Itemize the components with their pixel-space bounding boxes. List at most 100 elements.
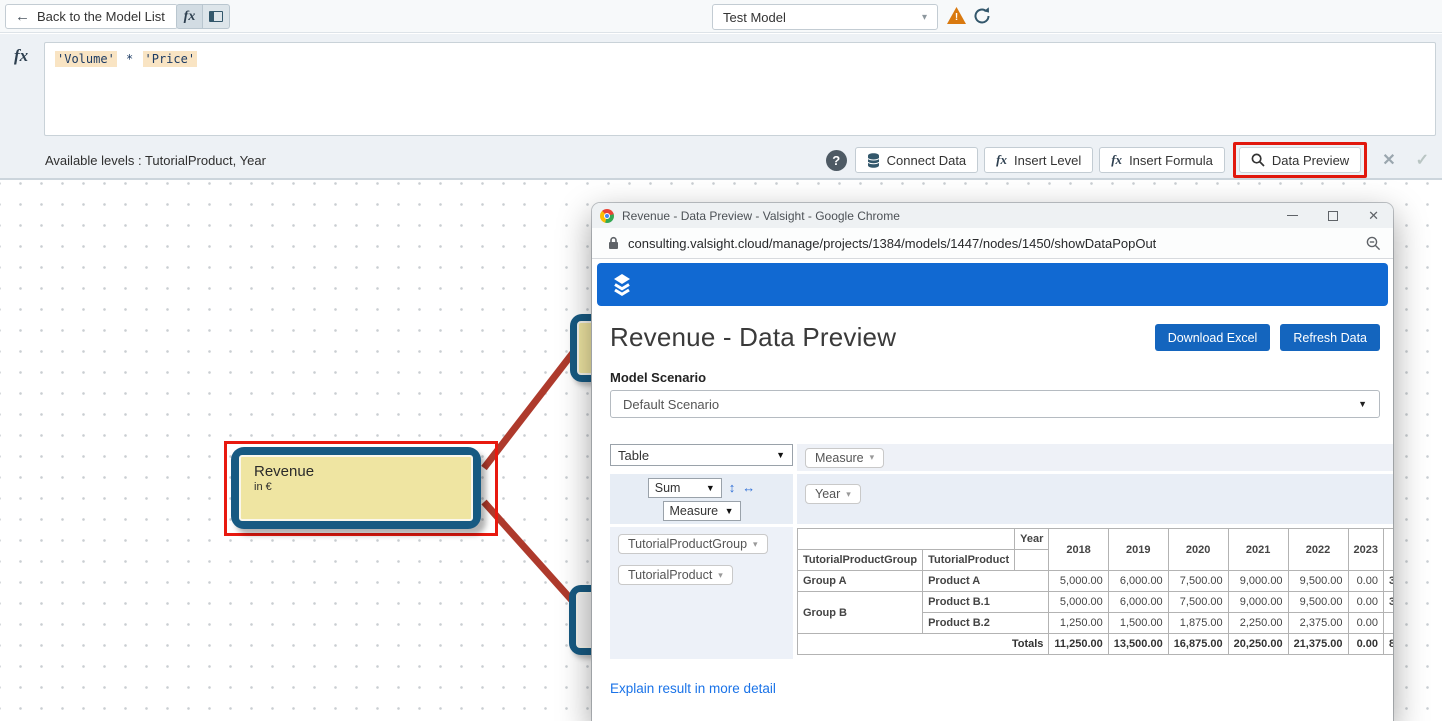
valsight-banner [597,263,1388,306]
value-cell: 5,000.00 [1049,592,1108,613]
measure-select[interactable]: Measure ▼ [663,501,741,521]
maximize-button[interactable] [1328,211,1338,221]
window-title: Revenue - Data Preview - Valsight - Goog… [622,209,900,223]
total-cell: 83,250.00 [1383,634,1393,655]
back-button-label: Back to the Model List [37,9,165,24]
rows-chip-tutorialproductgroup[interactable]: TutorialProductGroup ▾ [618,534,768,554]
formula-token-price[interactable]: 'Price' [143,51,198,67]
totals-label: Totals [798,634,1049,655]
window-titlebar[interactable]: Revenue - Data Preview - Valsight - Goog… [592,203,1393,228]
formula-editor-toggle-button[interactable]: fx [176,4,203,29]
confirm-icon[interactable]: ✓ [1409,150,1436,170]
insert-level-button[interactable]: fx Insert Level [984,147,1093,173]
formula-panel: fx 'Volume' * 'Price' Available levels :… [0,34,1442,180]
revenue-node-subtitle: in € [254,481,471,493]
chevron-down-icon: ▾ [922,12,927,23]
total-cell: 20,250.00 [1228,634,1288,655]
row-total-cell: 37,000.00 [1383,592,1393,613]
chrome-icon [600,209,614,223]
insert-level-label: Insert Level [1014,153,1081,168]
model-scenario-label: Model Scenario [610,370,1380,385]
download-excel-button[interactable]: Download Excel [1155,324,1271,351]
help-icon: ? [832,153,840,168]
database-icon [867,153,880,168]
explain-link[interactable]: Explain result in more detail [610,681,776,696]
value-cell: 5,000.00 [1049,571,1108,592]
page-title: Revenue - Data Preview [610,322,896,353]
column-header: TutorialProduct [923,550,1015,571]
columns-area-measure: Measure ▾ [797,444,1393,471]
chevron-down-icon: ▼ [1358,399,1367,409]
value-cell: 7,500.00 [1168,571,1228,592]
group-cell: Group A [798,571,923,592]
value-cell: 1,250.00 [1049,613,1108,634]
connect-data-button[interactable]: Connect Data [855,147,979,173]
group-cell: Group B [798,592,923,634]
back-to-model-list-button[interactable]: ← Back to the Model List [5,4,178,29]
product-cell: Product B.2 [923,613,1049,634]
data-preview-button[interactable]: Data Preview [1239,147,1361,173]
rows-chip-tutorialproduct[interactable]: TutorialProduct ▾ [618,565,733,585]
revenue-node-title: Revenue [254,463,471,480]
zoom-out-icon[interactable] [1366,236,1381,251]
columns-area-year: Year ▾ [797,474,1393,524]
data-preview-highlight: Data Preview [1233,142,1367,178]
totals-row: Totals 11,250.00 13,500.00 16,875.00 20,… [798,634,1394,655]
chevron-down-icon: ▼ [725,506,734,516]
data-preview-label: Data Preview [1272,153,1349,168]
view-type-select[interactable]: Table ▼ [610,444,793,466]
chevron-down-icon: ▾ [846,489,851,500]
address-bar[interactable]: consulting.valsight.cloud/manage/project… [592,228,1393,259]
measure-value: Measure [670,504,719,518]
year-column-header: 2020 [1168,529,1228,571]
insert-formula-button[interactable]: fx Insert Formula [1099,147,1225,173]
refresh-data-button[interactable]: Refresh Data [1280,324,1380,351]
formula-input[interactable]: 'Volume' * 'Price' [44,42,1436,136]
model-select[interactable]: Test Model ▾ [712,4,938,30]
value-cell: 1,875.00 [1168,613,1228,634]
pivot-config: Table ▼ Measure ▾ Sum ▼ [610,444,1380,659]
chevron-down-icon: ▼ [776,450,785,460]
aggregation-select[interactable]: Sum ▼ [648,478,722,498]
back-arrow-icon: ← [15,9,30,24]
revenue-node[interactable]: Revenue in € [231,447,481,529]
year-corner-label: Year [1015,529,1049,550]
columns-chip-year[interactable]: Year ▾ [805,484,861,504]
total-cell: 16,875.00 [1168,634,1228,655]
popup-content: Revenue - Data Preview Download Excel Re… [592,259,1393,721]
swap-horizontal-icon[interactable]: ↔ [742,480,755,495]
value-cell: 2,375.00 [1288,613,1348,634]
chevron-down-icon: ▾ [870,452,875,463]
value-cell: 0.00 [1348,613,1383,634]
lock-icon [608,236,619,250]
swap-vertical-icon[interactable]: ↕ [729,480,736,495]
close-button[interactable]: ✕ [1368,209,1379,222]
url-text: consulting.valsight.cloud/manage/project… [628,236,1156,251]
help-button[interactable]: ? [826,150,847,171]
minimize-button[interactable] [1287,215,1298,216]
connect-data-label: Connect Data [887,153,967,168]
cancel-icon[interactable]: ✕ [1375,150,1402,170]
refresh-icon[interactable] [972,5,992,27]
total-cell: 0.00 [1348,634,1383,655]
total-cell: 11,250.00 [1049,634,1108,655]
fx-icon: fx [1111,152,1122,168]
total-cell: 13,500.00 [1108,634,1168,655]
page-header: Revenue - Data Preview Download Excel Re… [610,322,1380,353]
formula-token-volume[interactable]: 'Volume' [55,51,117,67]
scenario-select[interactable]: Default Scenario ▼ [610,390,1380,418]
corner-cell [798,529,1015,550]
table-row: Group B Product B.1 5,000.00 6,000.00 7,… [798,592,1394,613]
value-cell: 7,500.00 [1168,592,1228,613]
value-cell: 9,500.00 [1288,571,1348,592]
columns-chip-measure[interactable]: Measure ▾ [805,448,884,468]
chip-label: TutorialProductGroup [628,537,747,551]
warning-icon[interactable]: ! [947,7,966,24]
data-preview-window: Revenue - Data Preview - Valsight - Goog… [592,203,1393,721]
rows-area: TutorialProductGroup ▾ TutorialProduct ▾ [610,527,793,659]
value-cell: 0.00 [1348,592,1383,613]
scenario-value: Default Scenario [623,397,719,412]
side-panel-toggle-button[interactable] [203,4,230,29]
year-column-header: 2019 [1108,529,1168,571]
model-select-value: Test Model [723,10,786,25]
